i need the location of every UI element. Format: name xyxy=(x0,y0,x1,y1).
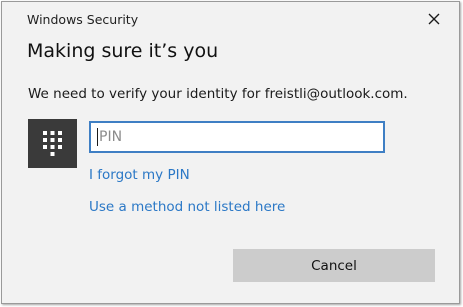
windows-security-dialog: Windows Security Making sure it’s you We… xyxy=(1,1,460,304)
close-icon xyxy=(428,13,440,25)
verify-identity-message: We need to verify your identity for frei… xyxy=(28,86,408,102)
forgot-pin-link[interactable]: I forgot my PIN xyxy=(89,167,190,183)
text-caret xyxy=(97,128,98,146)
other-method-link[interactable]: Use a method not listed here xyxy=(89,199,285,215)
pin-keypad-tile xyxy=(28,119,77,168)
pin-input[interactable] xyxy=(89,121,385,153)
close-button[interactable] xyxy=(419,7,449,31)
window-title: Windows Security xyxy=(27,12,139,27)
dialog-heading: Making sure it’s you xyxy=(27,40,219,62)
keypad-icon xyxy=(43,131,62,156)
cancel-button[interactable]: Cancel xyxy=(233,249,435,282)
